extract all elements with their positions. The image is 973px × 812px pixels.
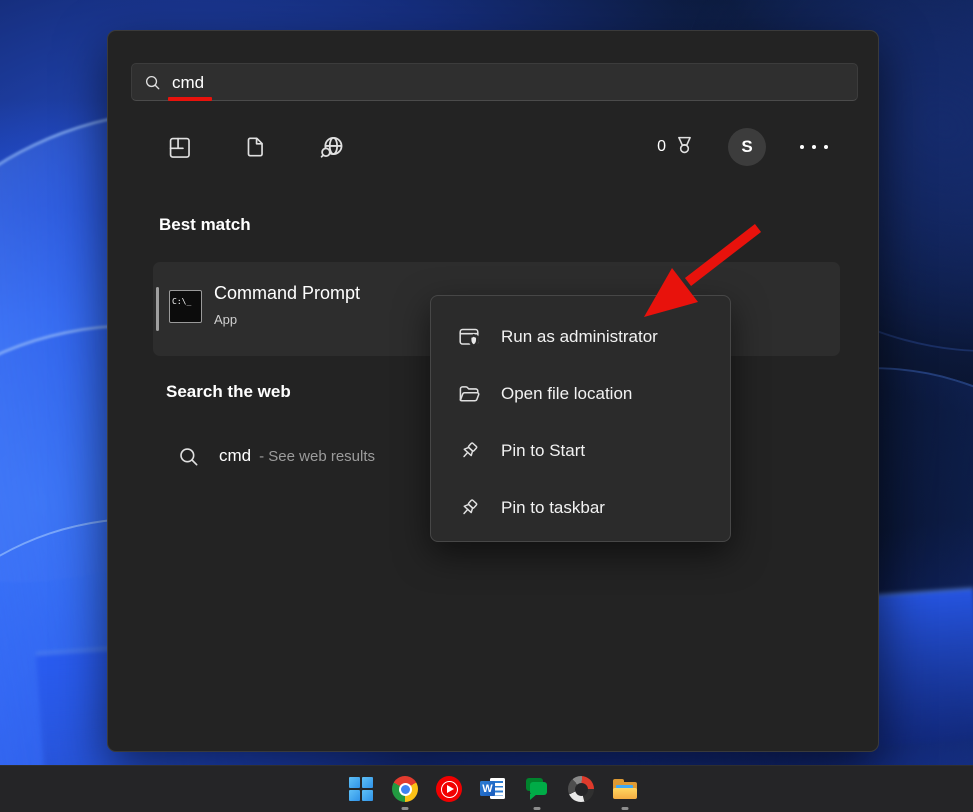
start-button[interactable] xyxy=(348,776,374,802)
open-file-location-icon xyxy=(459,385,480,401)
windows-start-icon xyxy=(349,777,373,801)
context-menu: Run as administrator Open file location … xyxy=(430,295,731,542)
youtube-music-icon xyxy=(436,776,462,802)
taskbar-item-ring-app[interactable] xyxy=(568,776,594,802)
running-indicator xyxy=(621,807,629,810)
search-the-web-heading: Search the web xyxy=(166,382,291,401)
pin-icon xyxy=(463,441,478,457)
rewards-count: 0 xyxy=(657,138,666,155)
file-explorer-icon xyxy=(612,776,638,802)
avatar-initial: S xyxy=(741,137,753,156)
chrome-icon xyxy=(392,776,418,802)
taskbar-item-file-explorer[interactable] xyxy=(612,776,638,810)
search-icon xyxy=(145,75,160,89)
running-indicator xyxy=(401,807,409,810)
command-prompt-icon: C:\_ xyxy=(169,290,202,323)
run-as-administrator-icon xyxy=(459,328,479,347)
taskbar-item-chrome[interactable] xyxy=(392,776,418,810)
menu-item-pin-to-taskbar[interactable]: Pin to taskbar xyxy=(431,479,730,536)
taskbar-item-youtube-music[interactable] xyxy=(436,776,462,802)
documents-filter-icon[interactable] xyxy=(242,132,269,162)
search-input[interactable]: cmd xyxy=(131,63,858,101)
word-icon: W xyxy=(480,776,506,802)
search-query-text: cmd xyxy=(168,74,213,101)
web-suffix-text: - See web results xyxy=(259,447,376,465)
pin-icon xyxy=(463,498,478,514)
web-query-text: cmd xyxy=(219,446,252,465)
web-suggestion[interactable]: cmd - See web results xyxy=(178,435,375,477)
ellipsis-icon xyxy=(800,145,804,149)
menu-item-label: Run as administrator xyxy=(501,326,658,346)
taskbar-item-google-chat[interactable] xyxy=(524,776,550,810)
result-title: Command Prompt xyxy=(214,283,361,303)
taskbar: W xyxy=(0,765,973,812)
red-underline-annotation xyxy=(168,96,213,101)
result-subtitle: App xyxy=(214,312,238,327)
best-match-heading: Best match xyxy=(159,215,251,234)
menu-item-run-as-administrator[interactable]: Run as administrator xyxy=(431,308,730,365)
selection-indicator xyxy=(156,287,159,331)
menu-item-label: Pin to Start xyxy=(501,440,586,460)
menu-item-pin-to-start[interactable]: Pin to Start xyxy=(431,422,730,479)
search-filter-row xyxy=(166,132,345,162)
menu-item-label: Pin to taskbar xyxy=(501,497,605,517)
search-icon xyxy=(180,447,198,465)
menu-item-label: Open file location xyxy=(501,383,633,403)
web-filter-icon[interactable] xyxy=(318,132,345,162)
running-indicator xyxy=(533,807,541,810)
menu-item-open-file-location[interactable]: Open file location xyxy=(431,365,730,422)
rewards-button[interactable]: 0 xyxy=(657,134,698,161)
google-chat-icon xyxy=(524,776,550,802)
more-options-button[interactable] xyxy=(796,141,832,153)
search-header-actions: 0 S xyxy=(657,128,832,166)
ring-app-icon xyxy=(568,776,594,802)
avatar[interactable]: S xyxy=(728,128,766,166)
apps-filter-icon[interactable] xyxy=(166,132,193,162)
rewards-medal-icon xyxy=(678,136,691,153)
taskbar-item-word[interactable]: W xyxy=(480,776,506,802)
